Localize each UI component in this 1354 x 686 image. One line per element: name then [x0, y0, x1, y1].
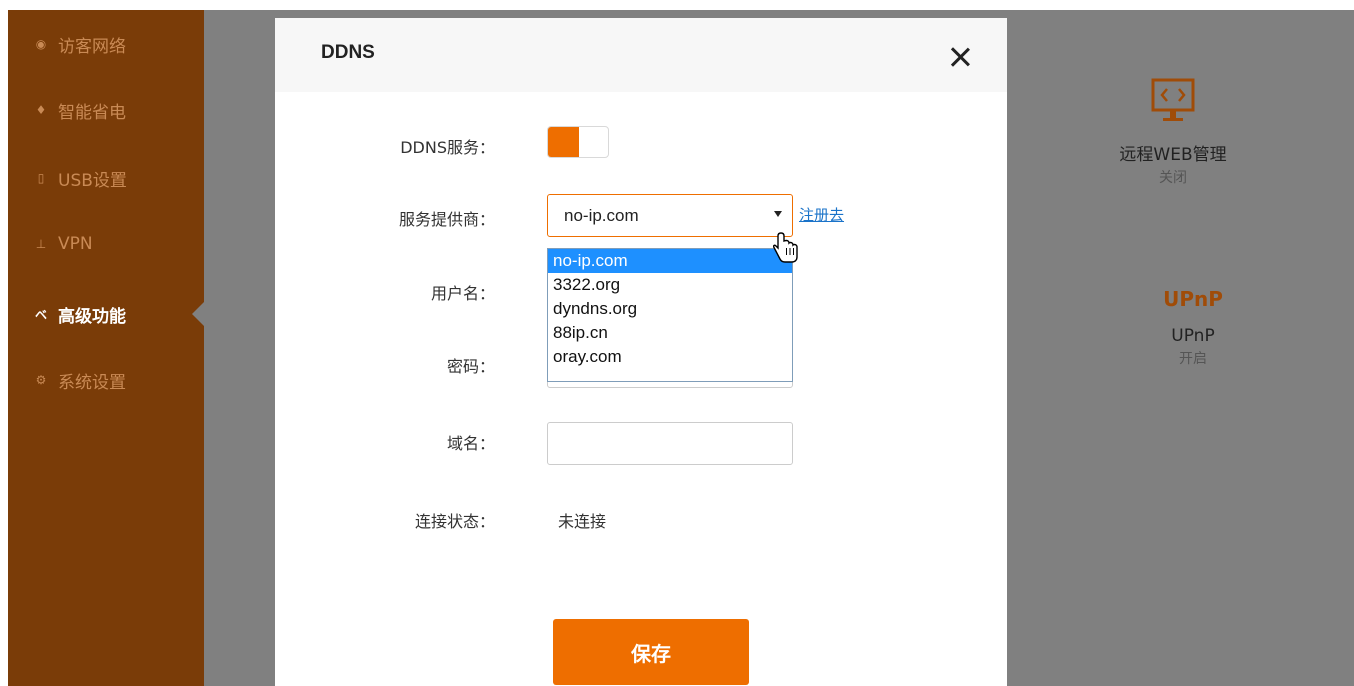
dialog-title: DDNS — [321, 42, 375, 63]
dropdown-arrow-icon — [774, 211, 782, 217]
provider-select[interactable]: no-ip.com — [547, 194, 793, 237]
provider-option[interactable]: no-ip.com — [548, 249, 792, 273]
provider-dropdown-list: no-ip.com 3322.org dyndns.org 88ip.cn or… — [547, 248, 793, 382]
dialog-header: DDNS — [275, 18, 1007, 92]
sidebar-item-usb[interactable]: ▯ USB设置 — [32, 166, 127, 191]
monitor-code-icon — [1151, 78, 1195, 121]
save-button[interactable]: 保存 — [553, 619, 749, 685]
upnp-logo-icon: UPnP — [1163, 287, 1223, 311]
sidebar-item-system-settings[interactable]: ⚙ 系统设置 — [32, 368, 126, 393]
upnp-card[interactable]: UPnP UPnP 开启 — [1138, 280, 1248, 368]
provider-option[interactable]: 88ip.cn — [548, 321, 792, 345]
card-status: 关闭 — [1159, 170, 1187, 186]
password-label: 密码： — [446, 357, 495, 376]
sidebar-item-label: 高级功能 — [58, 306, 126, 327]
card-status: 开启 — [1179, 351, 1207, 367]
sidebar-item-label: 系统设置 — [58, 372, 126, 393]
active-indicator — [192, 302, 204, 326]
sidebar-item-power-saving[interactable]: ♦ 智能省电 — [32, 98, 126, 123]
guest-network-icon: ◉ — [35, 37, 47, 51]
sidebar-item-label: 访客网络 — [58, 36, 126, 57]
provider-label: 服务提供商： — [398, 210, 495, 229]
ddns-dialog: DDNS DDNS服务： 服务提供商： no-ip.com 注册去 no-ip.… — [275, 18, 1007, 686]
provider-option[interactable]: dyndns.org — [548, 297, 792, 321]
vpn-icon: ⊥ — [35, 237, 47, 251]
sidebar-item-vpn[interactable]: ⊥ VPN — [32, 232, 93, 256]
register-link[interactable]: 注册去 — [799, 204, 844, 225]
remote-web-card[interactable]: 远程WEB管理 关闭 — [1118, 72, 1228, 187]
ddns-service-label: DDNS服务： — [400, 138, 495, 157]
sidebar: ◉ 访客网络 ♦ 智能省电 ▯ USB设置 ⊥ VPN ベ 高级功能 ⚙ 系统设… — [8, 10, 204, 686]
power-saving-icon: ♦ — [35, 103, 47, 117]
usb-icon: ▯ — [37, 171, 45, 185]
sidebar-item-advanced[interactable]: ベ 高级功能 — [32, 302, 126, 327]
settings-icon: ⚙ — [35, 373, 47, 387]
sidebar-item-label: USB设置 — [58, 170, 127, 191]
app-frame: ◉ 访客网络 ♦ 智能省电 ▯ USB设置 ⊥ VPN ベ 高级功能 ⚙ 系统设… — [8, 10, 1354, 686]
provider-option[interactable]: 3322.org — [548, 273, 792, 297]
connection-status-value: 未连接 — [558, 512, 607, 531]
provider-selected-value: no-ip.com — [564, 206, 639, 225]
toggle-on-indicator — [548, 127, 579, 157]
sidebar-item-guest-network[interactable]: ◉ 访客网络 — [32, 32, 126, 57]
connection-status-label: 连接状态： — [414, 512, 495, 531]
provider-option[interactable]: oray.com — [548, 345, 792, 369]
close-icon[interactable] — [947, 44, 973, 70]
sidebar-item-label: 智能省电 — [58, 102, 126, 123]
hand-cursor-icon — [773, 232, 798, 263]
sidebar-item-label: VPN — [58, 234, 93, 254]
wrench-icon: ベ — [34, 307, 47, 322]
card-title: UPnP — [1171, 326, 1215, 346]
card-title: 远程WEB管理 — [1119, 145, 1227, 165]
username-label: 用户名： — [430, 284, 495, 303]
domain-label: 域名： — [446, 434, 495, 453]
ddns-service-toggle[interactable] — [547, 126, 609, 158]
domain-input[interactable] — [547, 422, 793, 465]
